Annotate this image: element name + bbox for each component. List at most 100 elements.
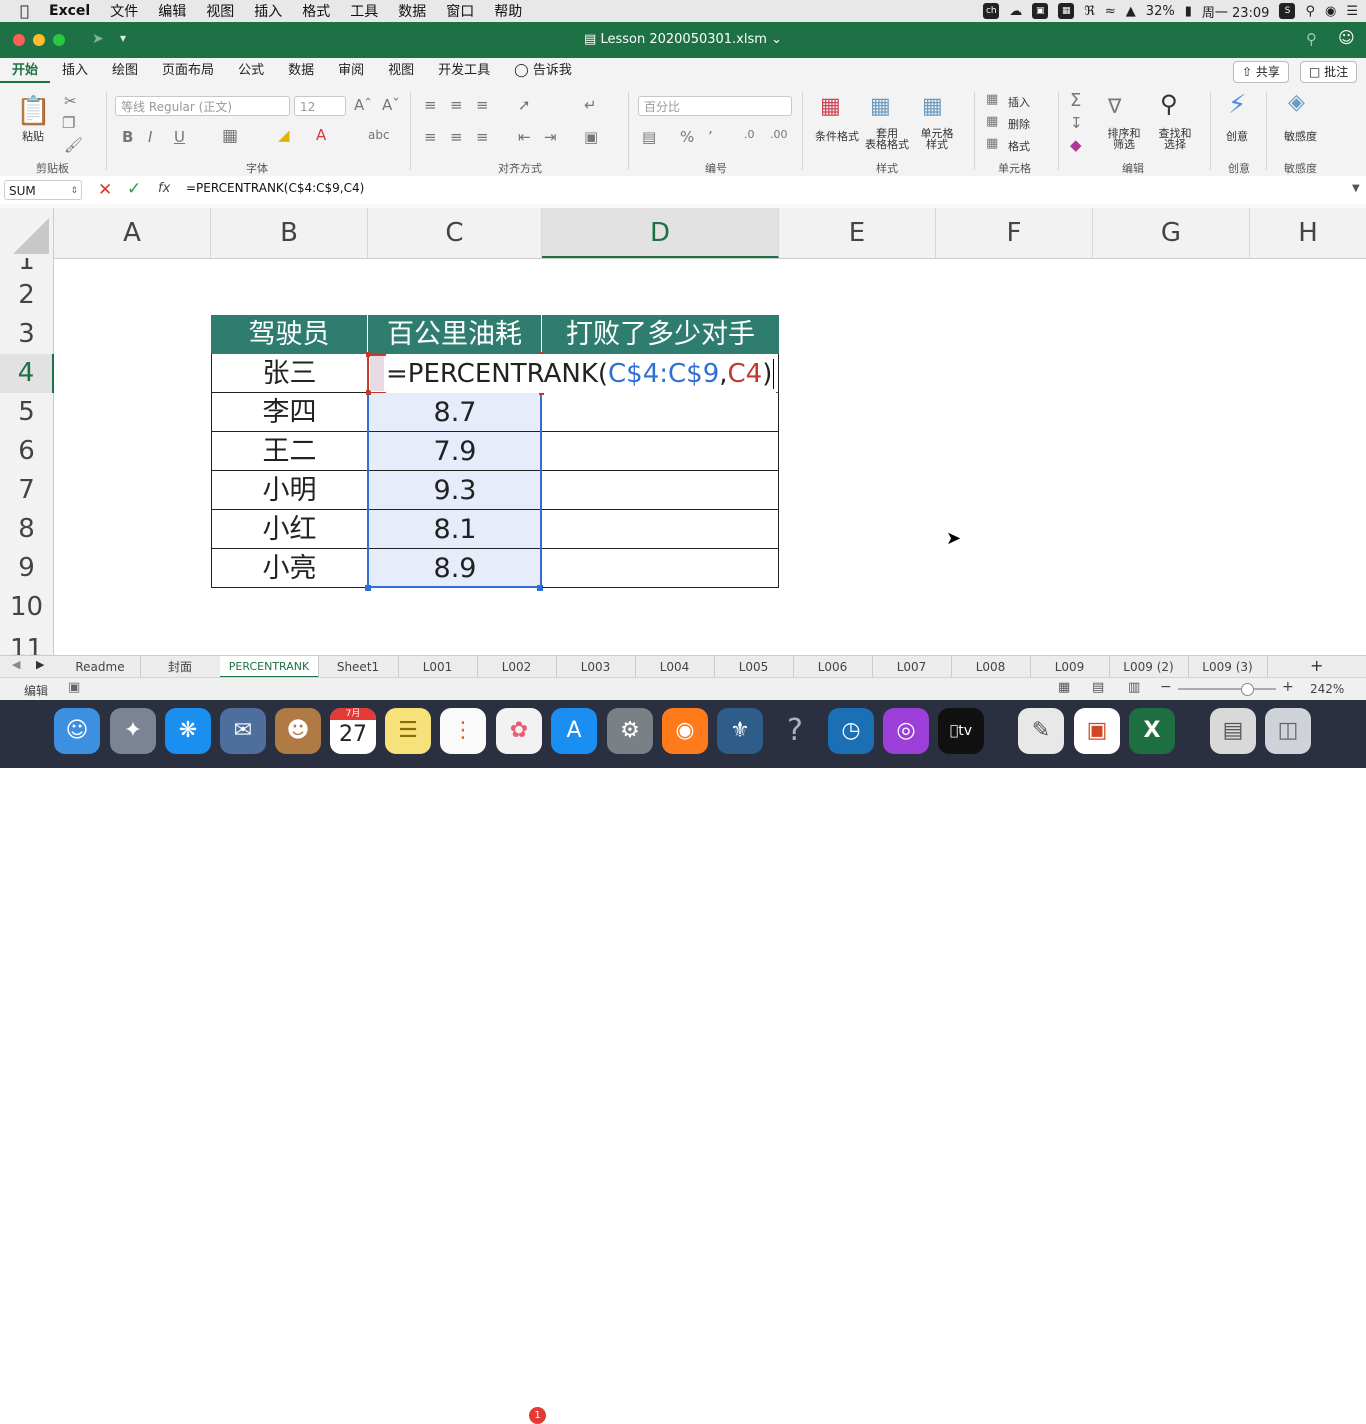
number-format-dropdown[interactable]: 百分比 bbox=[638, 96, 792, 116]
sheet-tab-l003[interactable]: L003 bbox=[556, 656, 636, 678]
power-timer-icon[interactable]: ◷ bbox=[828, 708, 874, 754]
input-method-icon[interactable]: ch bbox=[983, 3, 1000, 19]
tab-developer[interactable]: 开发工具 bbox=[426, 58, 502, 84]
clear-icon[interactable]: ◆ bbox=[1070, 136, 1082, 154]
downloads-stack-icon[interactable]: ▤ bbox=[1210, 708, 1256, 754]
column-header-g[interactable]: G bbox=[1093, 208, 1250, 258]
cancel-entry-icon[interactable]: ✕ bbox=[98, 180, 112, 200]
phonetic-icon[interactable]: abc bbox=[368, 128, 390, 142]
tab-page-layout[interactable]: 页面布局 bbox=[150, 58, 226, 84]
photos-icon[interactable]: ✿ bbox=[496, 708, 542, 754]
trash-icon[interactable]: ◫ bbox=[1265, 708, 1311, 754]
sheet-tab-l009[interactable]: L009 bbox=[1030, 656, 1110, 678]
align-middle-icon[interactable]: ≡ bbox=[450, 96, 463, 114]
mail-icon[interactable]: ✉ bbox=[220, 708, 266, 754]
percent-style-icon[interactable]: % bbox=[680, 128, 694, 146]
formula-input[interactable]: =PERCENTRANK(C$4:C$9,C4) bbox=[186, 181, 364, 195]
siri-icon[interactable]: ◉ bbox=[1325, 4, 1336, 19]
menu-format[interactable]: 格式 bbox=[292, 1, 340, 21]
sheet-tab-sheet1[interactable]: Sheet1 bbox=[318, 656, 399, 678]
value-cell[interactable]: 7.9 bbox=[368, 432, 542, 471]
result-cell[interactable] bbox=[542, 432, 779, 471]
apple-icon[interactable]:  bbox=[0, 2, 39, 20]
user-icon[interactable]: ☺ bbox=[1338, 28, 1355, 47]
format-painter-icon[interactable]: 🖌 bbox=[64, 136, 83, 154]
fill-color-icon[interactable]: ◢ bbox=[278, 126, 290, 144]
tab-review[interactable]: 审阅 bbox=[326, 58, 376, 84]
align-center-icon[interactable]: ≡ bbox=[450, 128, 463, 146]
zoom-level[interactable]: 242% bbox=[1310, 682, 1344, 696]
sheet-tab-l009-2[interactable]: L009 (2) bbox=[1109, 656, 1189, 678]
enter-check-icon[interactable]: ✓ bbox=[127, 179, 141, 199]
underline-icon[interactable]: U bbox=[174, 128, 185, 146]
sheet-tab-l002[interactable]: L002 bbox=[477, 656, 557, 678]
paste-button[interactable]: 粘贴 bbox=[22, 128, 44, 144]
menu-file[interactable]: 文件 bbox=[100, 1, 148, 21]
ideas-button[interactable]: 创意 bbox=[1226, 128, 1248, 144]
decrease-decimal-icon[interactable]: .00 bbox=[770, 128, 788, 141]
result-cell[interactable] bbox=[542, 393, 779, 432]
value-cell[interactable]: 8.1 bbox=[368, 510, 542, 549]
conditional-format-button[interactable]: 条件格式 bbox=[812, 128, 862, 144]
sheet-tab-l009-3[interactable]: L009 (3) bbox=[1188, 656, 1268, 678]
delete-cells-icon[interactable]: ▦ bbox=[986, 114, 998, 129]
select-all-corner[interactable] bbox=[0, 208, 54, 258]
menu-edit[interactable]: 编辑 bbox=[148, 1, 196, 21]
column-header-c[interactable]: C bbox=[368, 208, 542, 258]
increase-decimal-icon[interactable]: .0 bbox=[744, 128, 755, 141]
battery-percent[interactable]: 32% bbox=[1146, 4, 1175, 19]
comma-style-icon[interactable]: ’ bbox=[708, 128, 713, 146]
sheet-tab-l001[interactable]: L001 bbox=[398, 656, 478, 678]
sheet-tab-l007[interactable]: L007 bbox=[872, 656, 952, 678]
orientation-icon[interactable]: ➚ bbox=[518, 96, 531, 114]
tab-insert[interactable]: 插入 bbox=[50, 58, 100, 84]
cell-styles-icon[interactable]: ▦ bbox=[922, 94, 943, 119]
tell-me[interactable]: ◯ 告诉我 bbox=[502, 58, 584, 84]
value-cell[interactable]: 8.9 bbox=[368, 549, 542, 588]
copy-icon[interactable]: ❐ bbox=[62, 114, 75, 132]
powerpoint-icon[interactable]: ▣ bbox=[1074, 708, 1120, 754]
column-header-a[interactable]: A bbox=[54, 208, 211, 258]
app-status-icon[interactable]: ▣ bbox=[1032, 3, 1049, 19]
battery-icon[interactable]: ▮ bbox=[1185, 4, 1192, 19]
align-bottom-icon[interactable]: ≡ bbox=[476, 96, 489, 114]
in-cell-formula-editor[interactable]: =PERCENTRANK(C$4:C$9,C4) bbox=[386, 354, 777, 393]
align-left-icon[interactable]: ≡ bbox=[424, 128, 437, 146]
sensitivity-icon[interactable]: ◈ bbox=[1288, 90, 1305, 115]
font-size-dropdown[interactable]: 12 bbox=[294, 96, 346, 116]
system-preferences-icon[interactable]: ⚙ bbox=[607, 708, 653, 754]
find-select-button[interactable]: 查找和 选择 bbox=[1154, 128, 1196, 150]
volume-icon[interactable]: ▲ bbox=[1126, 4, 1136, 19]
chevron-down-icon[interactable]: ⌄ bbox=[771, 32, 782, 47]
decrease-indent-icon[interactable]: ⇤ bbox=[518, 128, 531, 146]
app-store-icon[interactable]: A bbox=[551, 708, 597, 754]
result-cell[interactable] bbox=[542, 510, 779, 549]
paste-icon[interactable]: 📋 bbox=[16, 94, 51, 127]
scroll-tabs-left-icon[interactable]: ◀ bbox=[12, 658, 20, 671]
search-icon[interactable]: ⚲ bbox=[1306, 30, 1317, 48]
excel-app-icon[interactable]: X bbox=[1129, 708, 1175, 754]
finder-icon[interactable]: ☺ bbox=[54, 708, 100, 754]
sheet-tab-l005[interactable]: L005 bbox=[714, 656, 794, 678]
tab-draw[interactable]: 绘图 bbox=[100, 58, 150, 84]
scroll-tabs-right-icon[interactable]: ▶ bbox=[36, 658, 44, 671]
format-cells-icon[interactable]: ▦ bbox=[986, 136, 998, 151]
insert-cells-button[interactable]: 插入 bbox=[1008, 94, 1030, 110]
page-break-view-icon[interactable]: ▥ bbox=[1128, 680, 1140, 695]
increase-font-icon[interactable]: Aˆ bbox=[354, 96, 372, 114]
sheet-tab-l006[interactable]: L006 bbox=[793, 656, 873, 678]
sensitivity-button[interactable]: 敏感度 bbox=[1284, 128, 1317, 144]
control-center-icon[interactable]: ☰ bbox=[1346, 4, 1358, 19]
row-header-5[interactable]: 5 bbox=[0, 393, 54, 432]
macro-record-icon[interactable]: ▣ bbox=[68, 680, 80, 695]
cloud-icon[interactable]: ☁ bbox=[1009, 4, 1022, 19]
fill-icon[interactable]: ↧ bbox=[1070, 114, 1083, 132]
column-header-e[interactable]: E bbox=[779, 208, 936, 258]
zoom-in-icon[interactable]: + bbox=[1282, 679, 1294, 695]
sheet-tab-percentrank[interactable]: PERCENTRANK bbox=[220, 656, 319, 678]
range-handle[interactable] bbox=[365, 585, 371, 591]
zoom-out-icon[interactable]: − bbox=[1160, 679, 1172, 695]
header-cell-beaten[interactable]: 打败了多少对手 bbox=[542, 315, 779, 354]
column-header-b[interactable]: B bbox=[211, 208, 368, 258]
sort-filter-icon[interactable]: ∇ bbox=[1108, 94, 1121, 118]
